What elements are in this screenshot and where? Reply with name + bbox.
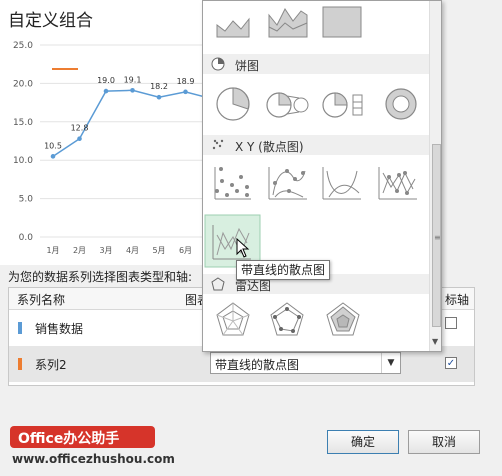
y-tick-label: 20.0	[13, 79, 33, 89]
brand-url: www.officezhushou.com	[12, 452, 175, 466]
series-color-swatch	[18, 358, 22, 370]
chart-type-gallery: 饼图 X Y (散点图) 雷达图 ≡ ▼	[202, 0, 442, 352]
col-series-name: 系列名称	[17, 293, 66, 307]
doughnut-chart-icon[interactable]	[385, 88, 417, 120]
x-tick-label: 6月	[179, 246, 192, 255]
x-tick-label: 2月	[73, 246, 86, 255]
change-chart-type-dialog: 自定义组合 25.0 20.0 15.0 10.0 5.0 0.0 1月 2月 3月 4月 5月 6…	[0, 0, 502, 476]
x-tick-label: 1月	[46, 246, 59, 255]
preview-chart: 25.0 20.0 15.0 10.0 5.0 0.0 1月 2月 3月 4月 5月 6月 10.5…	[13, 41, 210, 255]
pie-of-pie-chart-icon[interactable]	[266, 92, 309, 118]
y-tick-label: 15.0	[13, 118, 33, 128]
scroll-down-icon[interactable]: ▼	[432, 337, 438, 346]
chart-type-tooltip: 带直线的散点图	[236, 260, 331, 280]
percent-area-chart-icon[interactable]	[322, 6, 362, 38]
y-tick-label: 10.0	[13, 156, 33, 166]
radar-chart-icon[interactable]	[216, 302, 250, 336]
stacked-area-chart-icon[interactable]	[268, 8, 308, 38]
chart-type-value: 带直线的散点图	[215, 358, 300, 372]
gallery-scrollbar[interactable]: ≡ ▼	[429, 1, 441, 351]
category-pie-label: 饼图	[235, 59, 260, 73]
y-tick-label: 0.0	[19, 233, 34, 243]
brand-text: Office办公助手	[18, 431, 120, 447]
ok-button[interactable]: 确定	[327, 430, 399, 454]
x-tick-label: 3月	[99, 246, 112, 255]
secondary-axis-checkbox[interactable]: ✓	[445, 357, 457, 369]
pie-icon	[211, 57, 225, 71]
data-label: 18.9	[177, 77, 195, 86]
radar-icon	[211, 277, 225, 291]
series-name: 销售数据	[35, 322, 84, 336]
x-tick-label: 5月	[152, 246, 165, 255]
data-point	[103, 88, 109, 94]
y-tick-label: 5.0	[19, 195, 34, 205]
area-chart-icon[interactable]	[213, 5, 251, 41]
secondary-axis-checkbox[interactable]	[445, 317, 457, 329]
col-secondary-axis: 标轴	[445, 293, 470, 307]
scatter-chart-icon[interactable]	[214, 167, 251, 200]
x-tick-label: 4月	[126, 246, 139, 255]
cancel-button[interactable]: 取消	[408, 430, 480, 454]
data-point	[183, 89, 188, 95]
bar-of-pie-chart-icon[interactable]	[322, 92, 363, 118]
data-point	[156, 94, 162, 100]
radar-markers-chart-icon[interactable]	[270, 302, 304, 336]
category-xy-label: X Y (散点图)	[235, 140, 304, 154]
category-xy: X Y (散点图)	[203, 135, 429, 155]
scatter-smooth-lines-icon[interactable]	[322, 167, 361, 200]
series-name: 系列2	[35, 358, 67, 372]
data-label: 19.1	[124, 75, 142, 84]
chart-preview: 自定义组合 25.0 20.0 15.0 10.0 5.0 0.0 1月 2月 3月 4月 5月 6…	[0, 0, 210, 265]
grip-icon: ≡	[434, 233, 441, 242]
data-label: 18.2	[150, 82, 168, 91]
scatter-straight-markers-icon[interactable]	[378, 167, 417, 200]
series-color-swatch	[18, 322, 22, 334]
brand-logo: Office办公助手	[10, 426, 155, 448]
data-point	[130, 88, 135, 93]
category-pie: 饼图	[203, 54, 429, 74]
series-heading: 为您的数据系列选择图表类型和轴:	[8, 270, 193, 284]
data-point	[50, 154, 56, 159]
chevron-down-icon[interactable]: ▼	[381, 353, 400, 373]
scatter-icon	[212, 139, 224, 150]
data-label: 12.8	[71, 124, 89, 133]
filled-radar-chart-icon[interactable]	[326, 302, 360, 336]
chart-type-dropdown[interactable]: 带直线的散点图 ▼	[210, 352, 401, 374]
data-label: 10.5	[44, 141, 62, 150]
mouse-cursor-icon	[236, 238, 250, 258]
scatter-smooth-markers-icon[interactable]	[268, 167, 307, 200]
data-point	[77, 136, 82, 141]
y-tick-label: 25.0	[13, 41, 33, 51]
data-label: 19.0	[97, 76, 115, 85]
pie-chart-icon[interactable]	[216, 87, 250, 121]
